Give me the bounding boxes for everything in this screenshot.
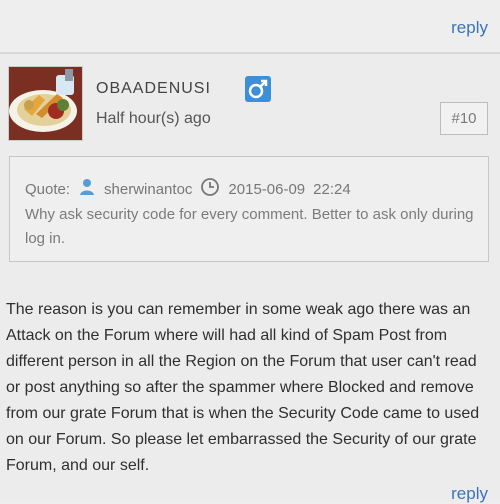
reply-link-bottom[interactable]: reply: [451, 484, 488, 504]
post-time: Half hour(s) ago: [96, 110, 211, 127]
reply-link-top[interactable]: reply: [451, 18, 488, 38]
forum-post: OBAADENUSI Half hour(s) ago #10 Quote: s…: [0, 54, 500, 500]
quote-date: 2015-06-09: [228, 180, 306, 198]
quote-label: Quote:: [25, 180, 71, 198]
quote-time: 22:24: [313, 180, 351, 198]
male-icon: [245, 76, 271, 102]
username[interactable]: OBAADENUSI: [96, 80, 211, 98]
quote-meta: Quote: sherwinantoc 2015-06-09 22:24: [25, 177, 351, 201]
quote-text: Why ask security code for every comment.…: [25, 206, 474, 247]
post-body: The reason is you can remember in some w…: [6, 301, 480, 474]
top-reply-bar: reply: [0, 0, 500, 54]
quoted-username[interactable]: sherwinantoc: [104, 181, 192, 198]
food-avatar-image: [9, 67, 82, 140]
clock-icon: [200, 177, 220, 201]
avatar[interactable]: [8, 66, 83, 141]
post-number-badge[interactable]: #10: [440, 102, 488, 135]
quote-box: Quote: sherwinantoc 2015-06-09 22:24 Why…: [9, 156, 489, 262]
user-icon: [78, 178, 96, 200]
